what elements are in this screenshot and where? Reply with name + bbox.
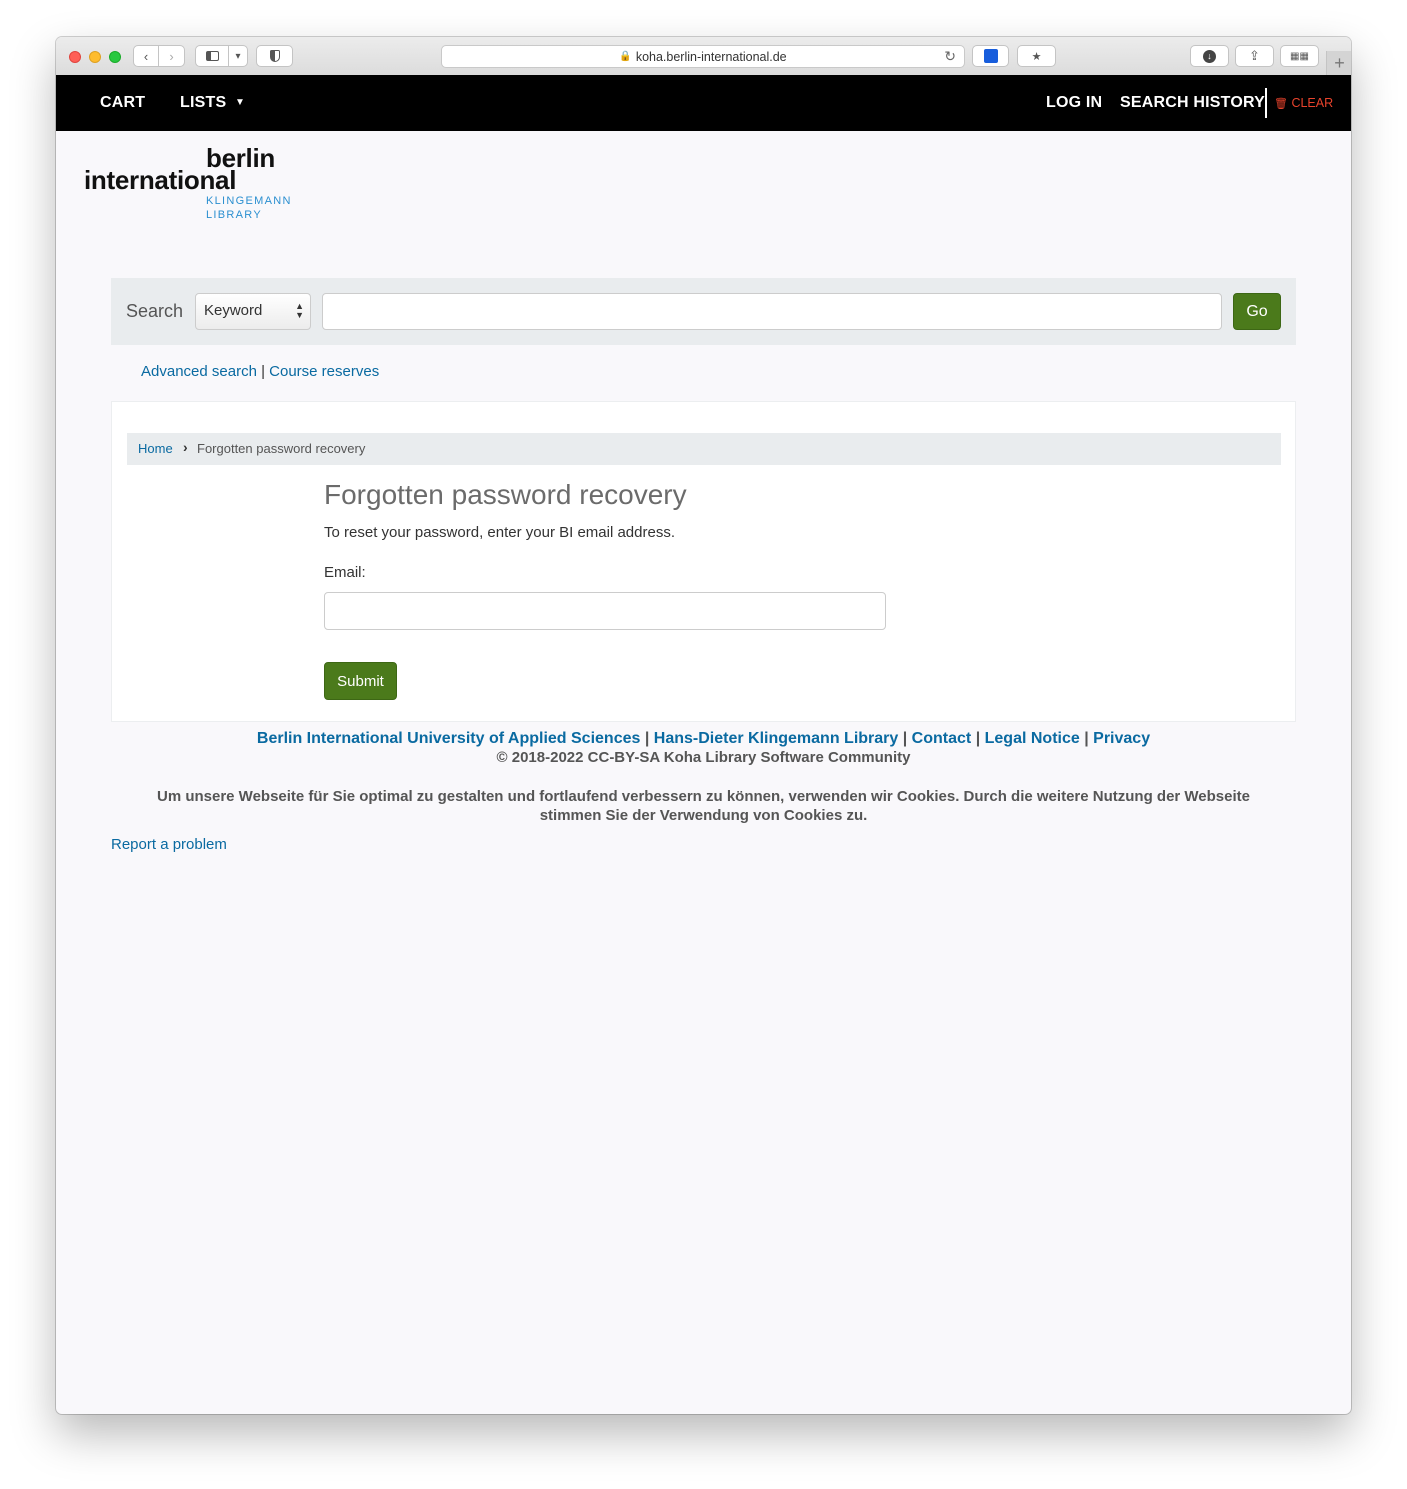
- downloads-button[interactable]: ↓: [1190, 45, 1229, 67]
- forward-button[interactable]: ›: [158, 45, 185, 67]
- footer-link-privacy[interactable]: Privacy: [1093, 730, 1150, 747]
- footer-link-legal-notice[interactable]: Legal Notice: [985, 730, 1080, 747]
- logo-sub-line2: LIBRARY: [206, 209, 262, 221]
- download-icon: ↓: [1203, 49, 1216, 63]
- logo-sub-line1: KLINGEMANN: [206, 195, 292, 207]
- select-arrows-icon: ▲ ▼: [295, 301, 304, 320]
- lists-label: LISTS: [180, 94, 227, 111]
- close-window-button[interactable]: [69, 51, 81, 63]
- chevron-left-icon: ‹: [143, 48, 149, 64]
- more-searches-separator: |: [261, 363, 265, 380]
- sidebar-toggle-button[interactable]: [195, 45, 229, 67]
- bookmark-extension-button[interactable]: ★: [1017, 45, 1056, 67]
- footer-separator: |: [1084, 730, 1089, 747]
- search-history-link[interactable]: SEARCH HISTORY: [1120, 94, 1265, 112]
- course-reserves-link[interactable]: Course reserves: [269, 363, 379, 380]
- search-bar: Search Keyword ▲ ▼ Go: [111, 278, 1296, 345]
- share-button[interactable]: ⇪: [1235, 45, 1274, 67]
- search-input[interactable]: [322, 293, 1222, 330]
- reload-icon[interactable]: ↻: [944, 48, 956, 65]
- chevron-down-icon: ▾: [235, 50, 241, 62]
- lists-dropdown[interactable]: LISTS ▼: [180, 94, 245, 112]
- breadcrumb: Home › Forgotten password recovery: [127, 433, 1281, 465]
- breadcrumb-home-link[interactable]: Home: [138, 441, 173, 456]
- top-navbar: CART LISTS ▼ LOG IN SEARCH HISTORY 🗑 CLE…: [56, 75, 1351, 131]
- browser-window: ‹ › ▾ 🔒 koha.berlin-international.de ↻ ★…: [56, 37, 1351, 1414]
- tab-overview-button[interactable]: ▦▦: [1280, 45, 1319, 67]
- report-problem-link[interactable]: Report a problem: [111, 836, 227, 853]
- logo-subtitle: KLINGEMANN LIBRARY: [206, 194, 292, 222]
- main-content: Home › Forgotten password recovery Forgo…: [111, 401, 1296, 722]
- zoom-window-button[interactable]: [109, 51, 121, 63]
- shield-icon: [269, 50, 280, 62]
- logo-line-international: international: [84, 165, 237, 195]
- bitwarden-extension-button[interactable]: [972, 45, 1009, 67]
- address-bar[interactable]: 🔒 koha.berlin-international.de ↻: [441, 45, 965, 68]
- copyright-text: © 2018-2022 CC-BY-SA Koha Library Softwa…: [496, 749, 911, 766]
- advanced-search-link[interactable]: Advanced search: [141, 363, 257, 380]
- breadcrumb-current: Forgotten password recovery: [197, 441, 366, 456]
- footer-separator: |: [644, 730, 650, 747]
- page-title: Forgotten password recovery: [324, 479, 687, 510]
- footer-link-library[interactable]: Hans-Dieter Klingemann Library: [654, 730, 899, 747]
- clear-label: CLEAR: [1291, 96, 1334, 110]
- search-index-select[interactable]: Keyword ▲ ▼: [195, 293, 311, 330]
- grid-icon: ▦▦: [1290, 50, 1309, 62]
- cart-link[interactable]: CART: [100, 94, 145, 112]
- url-text: koha.berlin-international.de: [635, 49, 787, 64]
- sidebar-menu-button[interactable]: ▾: [228, 45, 248, 67]
- plus-icon: +: [1334, 52, 1345, 73]
- clear-history-link[interactable]: 🗑 CLEAR: [1274, 96, 1333, 110]
- chevron-right-icon: ›: [169, 48, 174, 64]
- password-manager-icon: [983, 49, 998, 63]
- back-button[interactable]: ‹: [133, 45, 159, 67]
- email-field[interactable]: [324, 592, 886, 630]
- cookie-notice: Um unsere Webseite für Sie optimal zu ge…: [156, 788, 1250, 824]
- browser-toolbar: ‹ › ▾ 🔒 koha.berlin-international.de ↻ ★…: [56, 37, 1351, 76]
- star-icon: ★: [1031, 50, 1042, 63]
- footer-link-contact[interactable]: Contact: [912, 730, 972, 747]
- more-searches: Advanced search | Course reserves: [141, 363, 379, 380]
- submit-button[interactable]: Submit: [324, 662, 397, 700]
- email-label: Email:: [324, 564, 366, 581]
- login-link[interactable]: LOG IN: [1046, 94, 1102, 112]
- share-icon: ⇪: [1249, 48, 1260, 63]
- go-button[interactable]: Go: [1233, 293, 1281, 330]
- footer-links: Berlin International University of Appli…: [56, 730, 1351, 748]
- nav-divider: [1265, 88, 1267, 118]
- minimize-window-button[interactable]: [89, 51, 101, 63]
- breadcrumb-chevron-icon: ›: [183, 439, 188, 455]
- search-index-value: Keyword: [204, 302, 263, 319]
- privacy-report-button[interactable]: [256, 45, 293, 67]
- footer-link-university[interactable]: Berlin International University of Appli…: [257, 730, 641, 747]
- caret-down-icon: ▼: [235, 97, 246, 108]
- sidebar-icon: [205, 51, 219, 61]
- trash-icon: 🗑: [1274, 98, 1288, 110]
- new-tab-button[interactable]: +: [1326, 51, 1351, 75]
- footer-separator: |: [902, 730, 908, 747]
- form-instructions: To reset your password, enter your BI em…: [324, 524, 675, 541]
- footer-separator: |: [975, 730, 981, 747]
- search-label: Search: [126, 301, 184, 321]
- lock-icon: 🔒: [619, 51, 632, 62]
